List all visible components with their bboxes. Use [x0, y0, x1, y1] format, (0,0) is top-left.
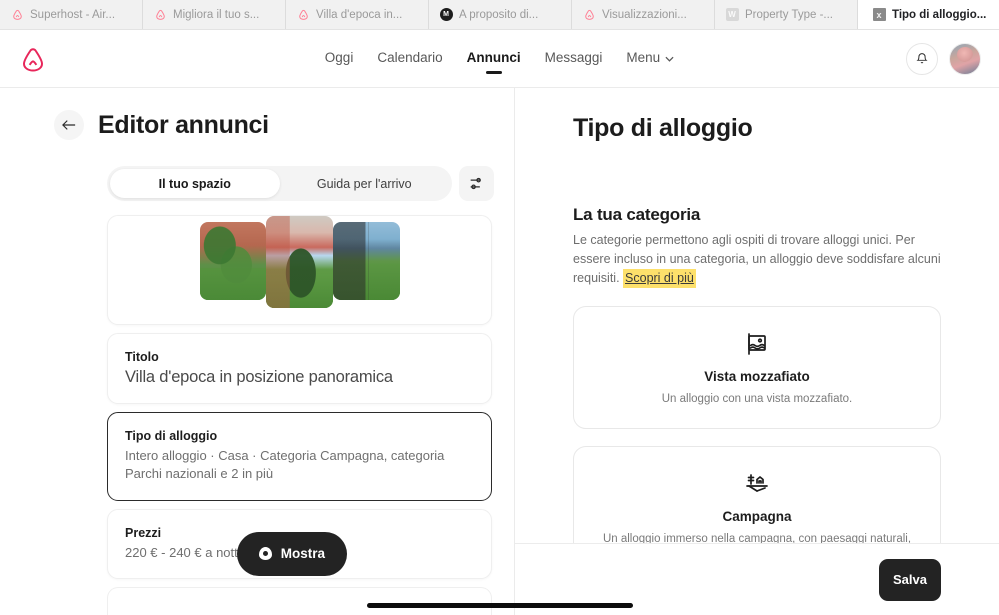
browser-tab-title: Superhost - Air... [30, 8, 116, 21]
sliders-icon[interactable] [459, 166, 494, 201]
w-square-letter: W [725, 8, 739, 21]
browser-tab-title: Property Type -... [745, 8, 833, 21]
listing-photo-collage [199, 216, 400, 308]
browser-tab-title: Tipo di alloggio... [892, 8, 987, 21]
browser-tab-title: Visualizzazioni... [602, 8, 687, 21]
show-preview-button[interactable]: Mostra [236, 531, 347, 576]
dark-circle-letter: M [439, 8, 453, 21]
show-preview-label: Mostra [280, 546, 325, 562]
user-avatar[interactable] [949, 42, 981, 75]
airbnb-icon [10, 8, 24, 22]
editor-tabs: Il tuo spazio Guida per l'arrivo [107, 166, 452, 201]
page-title: Editor annunci [98, 110, 269, 139]
eye-icon [258, 547, 272, 561]
listing-title-value: Villa d'epoca in posizione panoramica [125, 368, 393, 386]
property-type-content: Tipo di alloggio La tua categoria Le cat… [515, 88, 999, 586]
framed-landscape-icon [592, 329, 922, 359]
editor-header: Editor annunci [0, 88, 514, 140]
app-header: Oggi Calendario Annunci Messaggi Menu [0, 30, 999, 88]
main-nav: Oggi Calendario Annunci Messaggi Menu [0, 50, 999, 68]
tab-il-tuo-spazio[interactable]: Il tuo spazio [110, 169, 280, 198]
browser-tab-4[interactable]: Visualizzazioni... [572, 0, 715, 29]
browser-tab-5[interactable]: W Property Type -... [715, 0, 858, 29]
category-name: Campagna [722, 508, 792, 524]
editor-tabs-row: Il tuo spazio Guida per l'arrivo [107, 166, 514, 201]
nav-item-messaggi[interactable]: Messaggi [545, 50, 603, 68]
listing-photo-3 [332, 222, 400, 300]
chevron-down-icon [665, 50, 674, 65]
tab-guida-per-larrivo[interactable]: Guida per l'arrivo [280, 169, 450, 198]
airbnb-icon [582, 8, 596, 22]
nav-item-menu[interactable]: Menu [626, 50, 674, 68]
category-description: Un alloggio con una vista mozzafiato. [661, 393, 853, 405]
listing-next-card-stub[interactable] [107, 587, 492, 615]
nav-item-oggi[interactable]: Oggi [325, 50, 354, 68]
horizontal-scrollbar[interactable] [367, 603, 633, 608]
listing-type-card[interactable]: Tipo di alloggio Intero alloggio · Casa … [107, 412, 492, 501]
airbnb-icon [153, 8, 167, 22]
browser-tab-title: A proposito di... [459, 8, 539, 21]
browser-tab-title: Villa d'epoca in... [316, 8, 403, 21]
category-name: Vista mozzafiato [704, 369, 810, 384]
browser-tab-3[interactable]: M A proposito di... [429, 0, 572, 29]
airbnb-logo[interactable] [18, 43, 48, 75]
browser-tab-strip: Superhost - Air... Migliora il tuo s... … [0, 0, 999, 30]
your-category-heading: La tua categoria [573, 205, 701, 224]
close-box-icon[interactable]: x [872, 8, 886, 22]
browser-tab-title: Migliora il tuo s... [173, 8, 260, 21]
nav-menu-label: Menu [626, 49, 661, 65]
close-box-glyph: x [872, 8, 886, 21]
browser-tab-1[interactable]: Migliora il tuo s... [143, 0, 286, 29]
property-type-pane: Tipo di alloggio La tua categoria Le cat… [515, 88, 999, 615]
nav-item-calendario[interactable]: Calendario [377, 50, 442, 68]
airbnb-icon [296, 8, 310, 22]
browser-tab-6-active[interactable]: x Tipo di alloggio... [858, 0, 999, 29]
back-arrow-icon[interactable] [54, 110, 84, 140]
listing-type-value: Intero alloggio · Casa · Categoria Campa… [125, 448, 445, 482]
page-body: Editor annunci Il tuo spazio Guida per l… [0, 88, 999, 615]
property-type-title: Tipo di alloggio [573, 114, 753, 142]
w-square-icon: W [725, 8, 739, 22]
listing-price-card[interactable]: Prezzi 220 € - 240 € a notte Mostra [107, 508, 492, 580]
browser-tab-2[interactable]: Villa d'epoca in... [286, 0, 429, 29]
listing-photo-2 [266, 216, 333, 308]
countryside-icon [592, 469, 922, 499]
header-actions [906, 42, 981, 75]
listing-photos-card[interactable] [107, 215, 492, 325]
listing-editor-pane: Editor annunci Il tuo spazio Guida per l… [0, 88, 515, 615]
listing-title-card[interactable]: Titolo Villa d'epoca in posizione panora… [107, 333, 492, 404]
notifications-bell-icon[interactable] [906, 42, 938, 75]
save-button[interactable]: Salva [879, 558, 941, 601]
listing-title-label: Titolo [125, 350, 159, 364]
listing-cards: Titolo Villa d'epoca in posizione panora… [107, 215, 492, 615]
listing-photo-1 [199, 222, 267, 300]
browser-tab-0[interactable]: Superhost - Air... [0, 0, 143, 29]
category-card-vista-mozzafiato[interactable]: Vista mozzafiato Un alloggio con una vis… [573, 306, 941, 429]
listing-type-label: Tipo di alloggio [125, 429, 218, 443]
dark-circle-icon: M [439, 8, 453, 22]
your-category-description: Le categorie permettono agli ospiti di t… [573, 231, 941, 288]
learn-more-link[interactable]: Scopri di più [623, 269, 696, 288]
nav-item-annunci[interactable]: Annunci [467, 50, 521, 68]
